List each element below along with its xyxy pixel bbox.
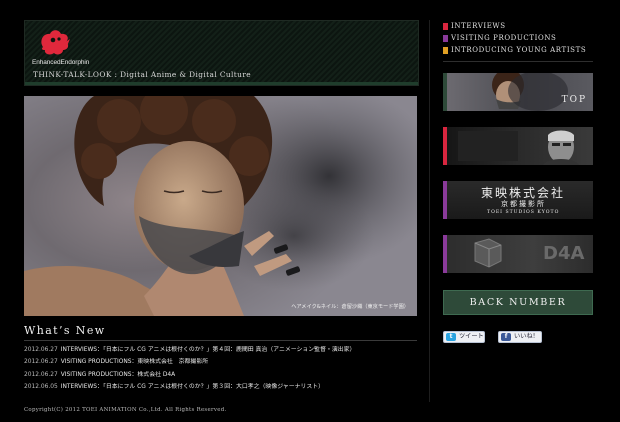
news-list: 2012.06.27 INTERVIEWS：「日本にフル CG アニメは根付くのか…: [24, 344, 417, 393]
like-label: いいね！: [514, 333, 539, 340]
logo-icon[interactable]: [37, 27, 73, 57]
category-nav: INTERVIEWS VISITING PRODUCTIONS INTRODUC…: [443, 21, 586, 57]
accent-bar: [443, 181, 447, 219]
news-item[interactable]: 2012.06.27 VISITING PRODUCTIONS：株式会社 D4A: [24, 369, 417, 381]
banner-top[interactable]: TOP: [443, 73, 593, 111]
column-divider: [429, 20, 430, 402]
news-date: 2012.06.27: [24, 359, 58, 366]
banner-label: D4A: [543, 243, 585, 264]
nav-introducing-young-artists[interactable]: INTRODUCING YOUNG ARTISTS: [443, 45, 586, 57]
nav-label: INTERVIEWS: [451, 22, 506, 30]
tweet-label: ツイート: [459, 333, 484, 340]
nav-label: INTRODUCING YOUNG ARTISTS: [451, 46, 587, 54]
site-tagline: THINK-TALK-LOOK : Digital Anime & Digita…: [33, 70, 252, 79]
banner-subtitle: 京都撮影所: [501, 200, 546, 208]
news-link[interactable]: VISITING PRODUCTIONS：株式会社 D4A: [61, 372, 175, 378]
nav-label: VISITING PRODUCTIONS: [451, 34, 557, 42]
hero-caption: ヘアメイク&ネイル：倉留沙織（東京モード学園）: [291, 304, 409, 310]
divider: [24, 340, 417, 341]
facebook-icon: f: [501, 333, 511, 341]
news-date: 2012.06.05: [24, 383, 58, 390]
banner-interview[interactable]: [443, 127, 593, 165]
banner-label: TOP: [561, 95, 587, 105]
square-icon: [443, 47, 448, 54]
news-date: 2012.06.27: [24, 371, 58, 378]
square-icon: [443, 23, 448, 30]
news-link[interactable]: VISITING PRODUCTIONS：東映株式会社 京都撮影所: [61, 359, 208, 365]
nav-interviews[interactable]: INTERVIEWS: [443, 21, 586, 33]
news-item[interactable]: 2012.06.05 INTERVIEWS：「日本にフル CG アニメは根付くのか…: [24, 381, 417, 393]
square-icon: [443, 35, 448, 42]
site-header: EnhancedEndorphin THINK-TALK-LOOK : Digi…: [24, 20, 419, 86]
news-link[interactable]: INTERVIEWS：「日本にフル CG アニメは根付くのか？」第４回：鹿間田 …: [61, 347, 356, 353]
news-link[interactable]: INTERVIEWS：「日本にフル CG アニメは根付くのか？」第３回：大口孝之…: [61, 384, 324, 390]
tweet-button[interactable]: t ツイート: [443, 331, 485, 343]
banner-d4a[interactable]: D4A: [443, 235, 593, 273]
divider: [443, 61, 593, 62]
brand-name: EnhancedEndorphin: [32, 59, 90, 66]
whats-new-heading: What’s New: [24, 324, 106, 337]
banner-thumbnail: [458, 130, 579, 165]
copyright: Copyright(C) 2012 TOEI ANIMATION Co.,Ltd…: [24, 407, 227, 413]
banner-small: TOEI STUDIOS KYOTO: [487, 210, 560, 215]
news-date: 2012.06.27: [24, 347, 58, 353]
news-item[interactable]: 2012.06.27 INTERVIEWS：「日本にフル CG アニメは根付くのか…: [24, 344, 417, 356]
banner-toei-studios[interactable]: 東映株式会社 京都撮影所 TOEI STUDIOS KYOTO: [443, 181, 593, 219]
nav-visiting-productions[interactable]: VISITING PRODUCTIONS: [443, 33, 586, 45]
facebook-like-button[interactable]: f いいね！: [498, 331, 542, 343]
banner-thumbnail: [492, 73, 568, 111]
back-number-button[interactable]: BACK NUMBER: [443, 290, 593, 315]
hero-image[interactable]: ヘアメイク&ネイル：倉留沙織（東京モード学園）: [24, 96, 417, 316]
news-item[interactable]: 2012.06.27 VISITING PRODUCTIONS：東映株式会社 京都…: [24, 356, 417, 368]
twitter-icon: t: [446, 333, 456, 341]
